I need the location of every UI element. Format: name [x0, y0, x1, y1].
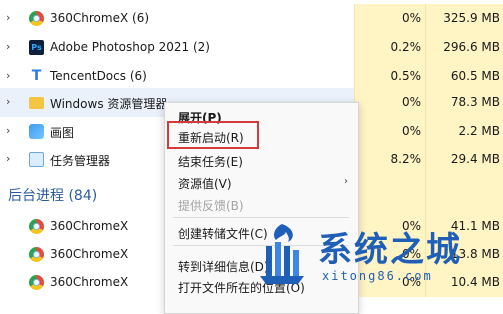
- memory-value: 60.5 MB: [450, 69, 500, 83]
- process-name: 360ChromeX: [50, 247, 129, 261]
- menu-item-resource-values[interactable]: 资源值(V): [178, 175, 232, 192]
- cpu-value: 8.2%: [390, 152, 422, 166]
- menu-item-feedback: 提供反馈(B): [178, 199, 244, 213]
- process-row[interactable]: › 360ChromeX (6) 0% 325.9 MB: [0, 4, 503, 33]
- chrome-icon: [29, 219, 44, 234]
- process-name: 360ChromeX: [50, 275, 129, 289]
- photoshop-icon: Ps: [29, 40, 44, 55]
- menu-item-end-task[interactable]: 结束任务(E): [178, 153, 243, 170]
- process-name: TencentDocs (6): [50, 69, 147, 83]
- background-processes-heading: 后台进程 (84): [8, 188, 98, 204]
- menu-item-create-dump[interactable]: 创建转储文件(C): [178, 225, 268, 242]
- cpu-value: 0%: [401, 124, 421, 138]
- chevron-right-icon[interactable]: ›: [6, 41, 18, 53]
- watermark-title: 系统之城: [318, 230, 462, 270]
- chevron-right-icon: ›: [344, 176, 348, 187]
- process-name: 360ChromeX (6): [50, 11, 150, 25]
- memory-value: 325.9 MB: [443, 11, 500, 25]
- memory-value: 2.2 MB: [458, 124, 500, 138]
- cpu-value: 0%: [401, 11, 421, 25]
- process-name: 360ChromeX: [50, 219, 129, 233]
- watermark-url: xitong86.com: [322, 269, 433, 283]
- chevron-right-icon[interactable]: ›: [6, 70, 18, 82]
- process-row[interactable]: › T TencentDocs (6) 0.5% 60.5 MB: [0, 62, 503, 91]
- cpu-value: 0%: [401, 95, 421, 109]
- chevron-right-icon[interactable]: ›: [6, 153, 18, 165]
- chrome-icon: [29, 247, 44, 262]
- tencent-docs-icon: T: [29, 69, 44, 84]
- watermark: 系统之城 xitong86.com: [258, 216, 503, 301]
- restart-highlight-box: [167, 121, 259, 149]
- process-name: 任务管理器: [50, 154, 111, 168]
- process-row[interactable]: › Ps Adobe Photoshop 2021 (2) 0.2% 296.6…: [0, 33, 503, 62]
- cpu-value: 0.2%: [390, 40, 422, 54]
- menu-item-go-to-details[interactable]: 转到详细信息(D): [178, 258, 269, 275]
- chevron-right-icon[interactable]: ›: [6, 125, 18, 137]
- folder-icon: [29, 97, 44, 109]
- paint-icon: [29, 124, 44, 139]
- memory-value: 78.3 MB: [450, 95, 500, 109]
- memory-value: 29.4 MB: [450, 152, 500, 166]
- task-manager-icon: [29, 152, 44, 167]
- chevron-right-icon[interactable]: ›: [6, 12, 18, 24]
- process-name: 画图: [50, 126, 75, 140]
- process-name: Adobe Photoshop 2021 (2): [50, 40, 210, 54]
- chrome-icon: [29, 11, 44, 26]
- process-name: Windows 资源管理器: [50, 97, 168, 111]
- castle-logo-icon: [260, 224, 304, 284]
- chevron-right-icon[interactable]: ›: [6, 96, 18, 108]
- memory-value: 296.6 MB: [443, 40, 500, 54]
- chrome-icon: [29, 275, 44, 290]
- cpu-value: 0.5%: [390, 69, 422, 83]
